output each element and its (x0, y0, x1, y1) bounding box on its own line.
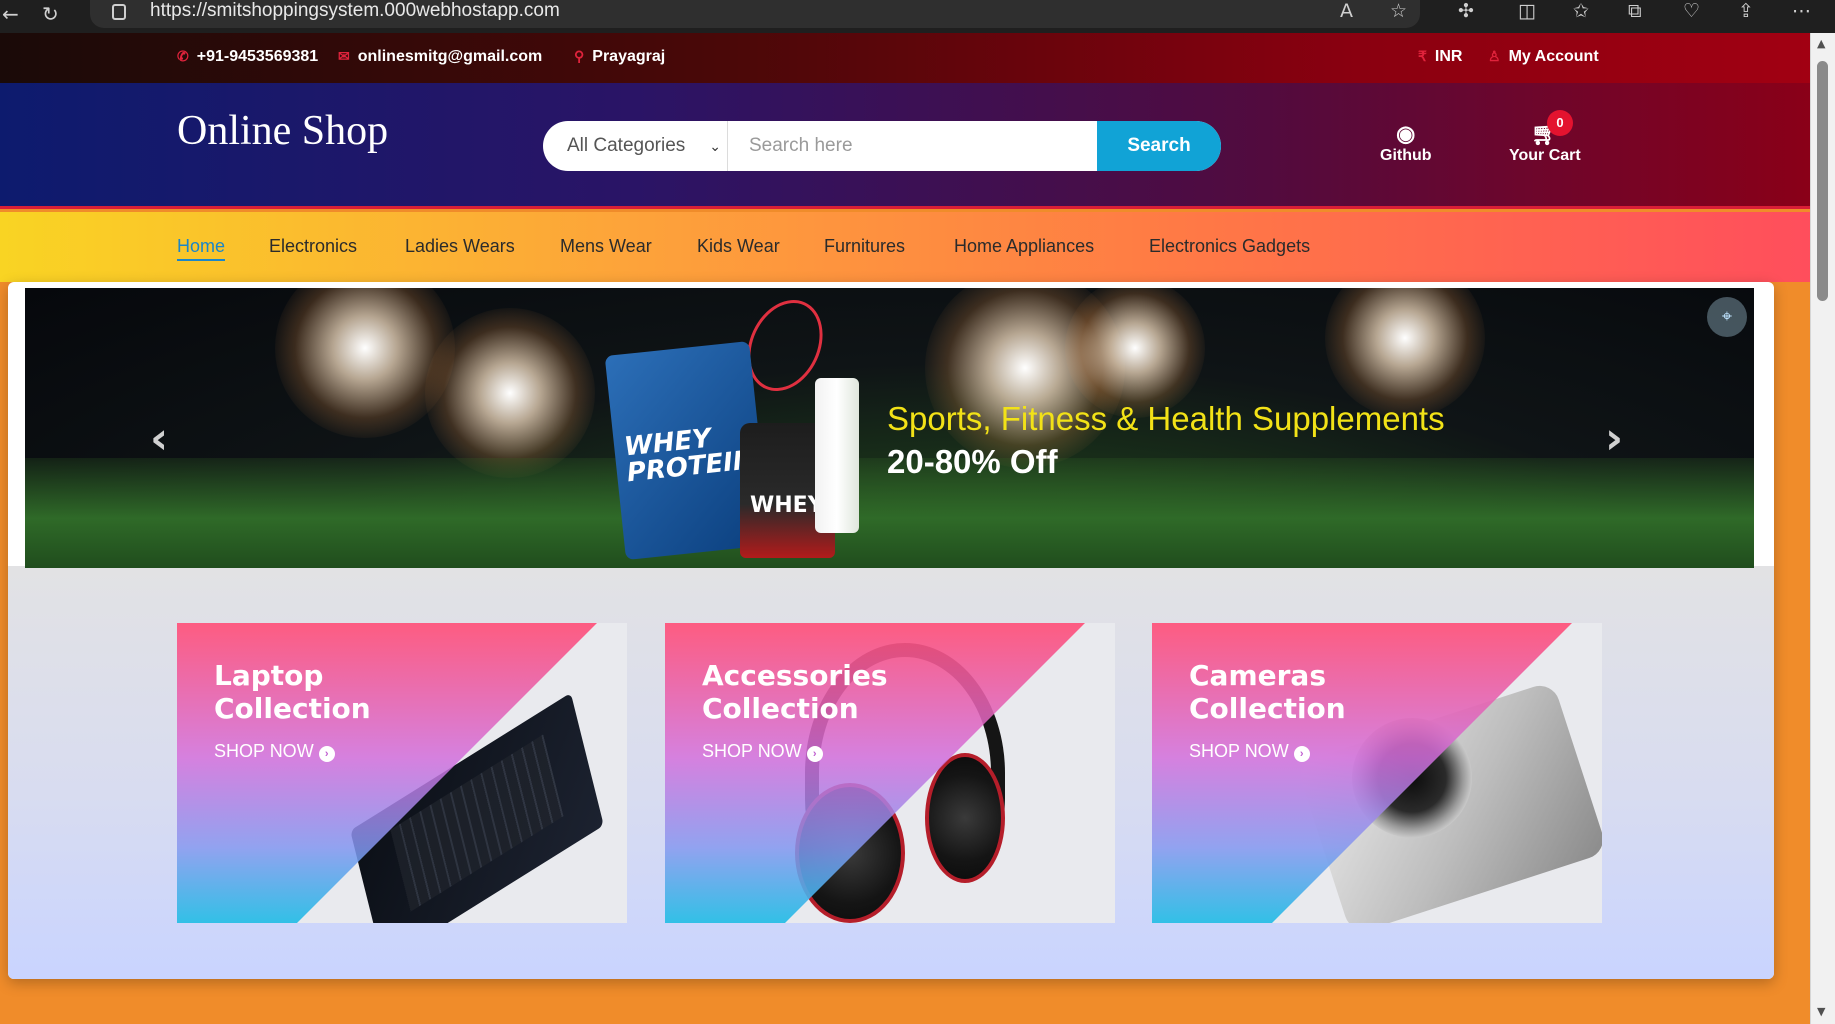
stadium-light (1325, 288, 1485, 418)
main-nav: Home Electronics Ladies Wears Mens Wear … (0, 212, 1810, 282)
back-arrow-icon[interactable]: ← (2, 2, 19, 26)
shop-now-label: SHOP NOW (1189, 741, 1289, 761)
reload-icon[interactable]: ↻ (42, 2, 59, 26)
shop-now-label: SHOP NOW (214, 741, 314, 761)
card-title: Cameras Collection (1189, 659, 1346, 725)
cameras-collection-card[interactable]: Cameras Collection SHOP NOW › (1152, 623, 1602, 923)
user-icon: ♙ (1488, 48, 1501, 64)
hero-banner[interactable]: WHEY PROTEIN WHEY Sports, Fitness & Heal… (25, 288, 1754, 568)
card-title-line1: Cameras (1189, 659, 1326, 692)
collections-icon[interactable]: ⧉ (1628, 0, 1642, 22)
nav-item-kids-wear[interactable]: Kids Wear (697, 236, 780, 257)
my-account-text: My Account (1508, 48, 1599, 65)
whey-jar-label: WHEY (750, 493, 824, 518)
laptop-collection-card[interactable]: Laptop Collection SHOP NOW › (177, 623, 627, 923)
stadium-light (425, 308, 595, 478)
lock-icon (112, 4, 126, 20)
nav-item-furnitures[interactable]: Furnitures (824, 236, 905, 257)
card-title-line1: Accessories (702, 659, 888, 692)
cart-count-badge: 0 (1547, 110, 1573, 136)
stadium-light (1065, 288, 1205, 418)
rupee-icon: ₹ (1418, 48, 1427, 64)
shop-now-link[interactable]: SHOP NOW › (702, 741, 823, 762)
arrow-circle-right-icon: › (1293, 746, 1310, 762)
chevron-down-icon: ⌄ (709, 138, 721, 154)
card-title-line2: Collection (702, 692, 859, 725)
arrow-circle-right-icon: › (318, 746, 335, 762)
card-title: Laptop Collection (214, 659, 371, 725)
nav-item-electronics[interactable]: Electronics (269, 236, 357, 257)
phone-icon: ✆ (177, 48, 189, 64)
url-text: https://smitshoppingsystem.000webhostapp… (150, 0, 560, 21)
scroll-up-icon[interactable]: ▲ (1817, 37, 1825, 50)
split-screen-icon[interactable]: ◫ (1518, 0, 1536, 22)
map-pin-icon: ⚲ (574, 48, 585, 64)
cart-label: Your Cart (1509, 147, 1581, 164)
card-title-line2: Collection (214, 692, 371, 725)
read-aloud-icon[interactable]: A (1340, 0, 1353, 22)
chevron-right-icon[interactable]: › (1605, 413, 1623, 464)
favorites-icon[interactable]: ✩ (1573, 0, 1589, 22)
card-title: Accessories Collection (702, 659, 888, 725)
page-scrollbar[interactable]: ▲ ▼ (1810, 33, 1835, 1024)
scrollbar-thumb[interactable] (1817, 61, 1828, 301)
nav-item-mens-wear[interactable]: Mens Wear (560, 236, 652, 257)
search-bar: All Categories ⌄ Search (543, 121, 1221, 171)
scroll-down-icon[interactable]: ▼ (1817, 1005, 1825, 1018)
github-label: Github (1380, 147, 1432, 164)
currency-link[interactable]: ₹ INR (1418, 48, 1462, 66)
nav-item-home[interactable]: Home (177, 236, 226, 261)
github-icon: ◉ (1396, 121, 1416, 146)
card-title-line2: Collection (1189, 692, 1346, 725)
performance-icon[interactable]: ♡ (1683, 0, 1700, 22)
banner-subtitle: 20-80% Off (887, 443, 1058, 480)
more-icon[interactable]: ⋯ (1792, 0, 1811, 22)
email-text: onlinesmitg@gmail.com (357, 48, 543, 65)
visual-search-icon[interactable]: ⌖ (1707, 297, 1747, 337)
address-bar[interactable]: https://smitshoppingsystem.000webhostapp… (90, 0, 1420, 28)
shuttlecock-tube-image (815, 378, 859, 533)
email-link[interactable]: ✉ onlinesmitg@gmail.com (338, 48, 542, 66)
arrow-circle-right-icon: › (806, 746, 823, 762)
shop-now-link[interactable]: SHOP NOW › (214, 741, 335, 762)
phone-text: +91-9453569381 (196, 48, 319, 65)
location-text: Prayagraj (592, 48, 666, 65)
nav-item-ladies-wears[interactable]: Ladies Wears (405, 236, 515, 257)
banner-title: Sports, Fitness & Health Supplements (887, 400, 1445, 437)
card-title-line1: Laptop (214, 659, 324, 692)
star-icon[interactable]: ☆ (1390, 0, 1407, 22)
envelope-icon: ✉ (338, 48, 350, 64)
chevron-left-icon[interactable]: ‹ (150, 413, 168, 464)
currency-text: INR (1434, 48, 1463, 65)
search-input[interactable] (733, 121, 1093, 171)
nav-item-home-appliances[interactable]: Home Appliances (954, 236, 1094, 257)
extensions-icon[interactable]: ✣ (1458, 0, 1474, 22)
share-icon[interactable]: ⇪ (1738, 0, 1754, 22)
category-select-value: All Categories (567, 135, 686, 156)
location-link[interactable]: ⚲ Prayagraj (574, 48, 665, 66)
site-logo[interactable]: Online Shop (177, 107, 388, 155)
nav-item-electronics-gadgets[interactable]: Electronics Gadgets (1149, 236, 1310, 257)
accessories-collection-card[interactable]: Accessories Collection SHOP NOW › (665, 623, 1115, 923)
headphone-earcup (925, 753, 1005, 883)
my-account-link[interactable]: ♙ My Account (1488, 48, 1599, 66)
phone-link[interactable]: ✆ +91-9453569381 (177, 48, 318, 66)
top-info-bar: ✆ +91-9453569381 ✉ onlinesmitg@gmail.com ⚲… (0, 33, 1810, 83)
github-link[interactable]: ◉ Github (1380, 121, 1432, 165)
shop-now-label: SHOP NOW (702, 741, 802, 761)
shop-now-link[interactable]: SHOP NOW › (1189, 741, 1310, 762)
search-button[interactable]: Search (1097, 121, 1221, 171)
browser-toolbar: ← ↻ https://smitshoppingsystem.000webhos… (0, 0, 1835, 33)
site-header: Online Shop All Categories ⌄ Search ◉ Gi… (0, 83, 1810, 209)
category-select[interactable]: All Categories ⌄ (543, 121, 728, 171)
